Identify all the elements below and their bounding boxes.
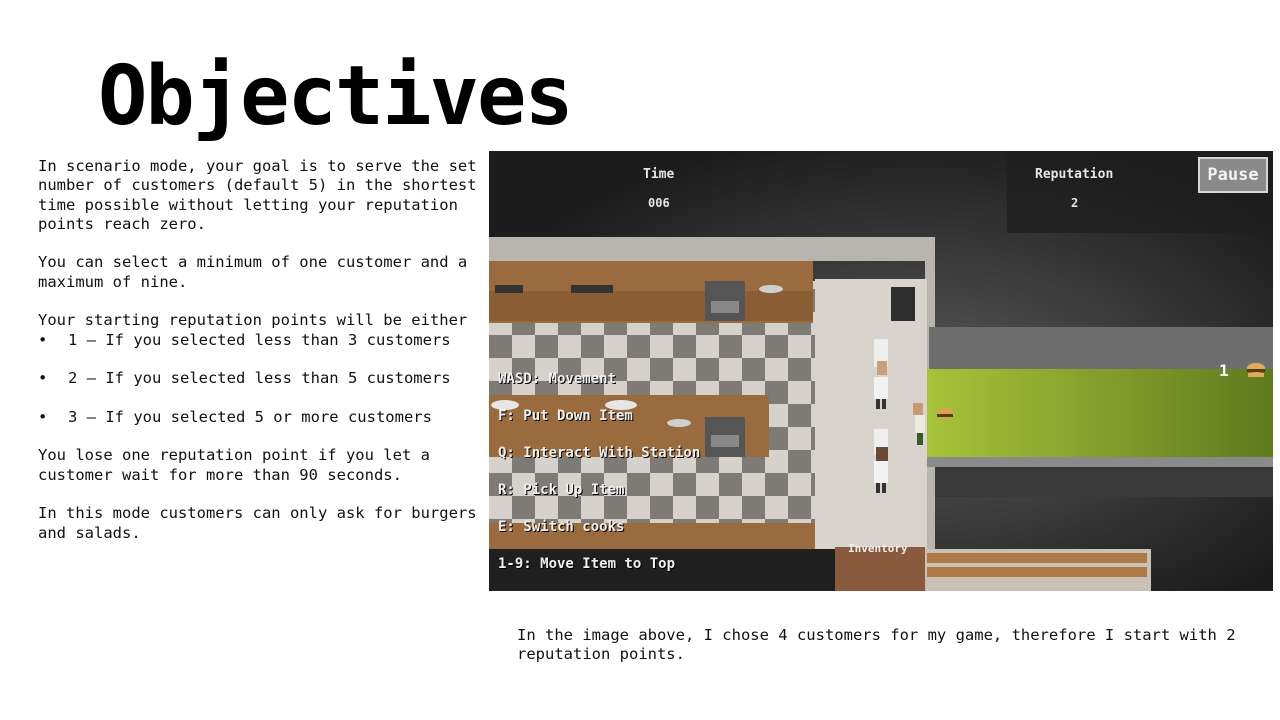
bullet-item: 3 – If you selected 5 or more customers [38, 408, 478, 427]
key-hint-movement: WASD: Movement [498, 371, 617, 387]
inventory-label: Inventory [848, 542, 908, 555]
key-hint-switch-cooks: E: Switch cooks [498, 519, 625, 535]
mode-paragraph: In this mode customers can only ask for … [38, 504, 477, 542]
image-caption: In the image above, I chose 4 customers … [517, 626, 1236, 664]
key-hint-pick-up: R: Pick Up Item [498, 482, 625, 498]
order-count: 1 [1219, 361, 1229, 380]
objectives-text: In scenario mode, your goal is to serve … [38, 157, 478, 562]
selection-paragraph: You can select a minimum of one customer… [38, 253, 468, 291]
time-value: 006 [648, 196, 670, 210]
bullet-item: 2 – If you selected less than 5 customer… [38, 369, 478, 388]
reputation-value: 2 [1071, 196, 1079, 210]
page-title: Objectives [98, 49, 574, 144]
key-hint-move-item: 1-9: Move Item to Top [498, 556, 676, 572]
bullet-item: 1 – If you selected less than 3 customer… [38, 331, 478, 350]
key-hint-interact: Q: Interact With Station [498, 445, 701, 461]
reputation-loss-paragraph: You lose one reputation point if you let… [38, 446, 430, 484]
goal-paragraph: In scenario mode, your goal is to serve … [38, 157, 477, 233]
pause-button[interactable]: Pause [1198, 157, 1268, 193]
starting-reputation-paragraph: Your starting reputation points will be … [38, 311, 468, 330]
game-screenshot: Time 006 Reputation 2 Pause 1 WASD: Move… [489, 151, 1273, 591]
time-label: Time [643, 167, 675, 182]
key-hint-put-down: F: Put Down Item [498, 408, 633, 424]
reputation-label: Reputation [1035, 167, 1114, 182]
reputation-bullet-list: 1 – If you selected less than 3 customer… [38, 331, 478, 427]
burger-icon [1247, 363, 1265, 377]
